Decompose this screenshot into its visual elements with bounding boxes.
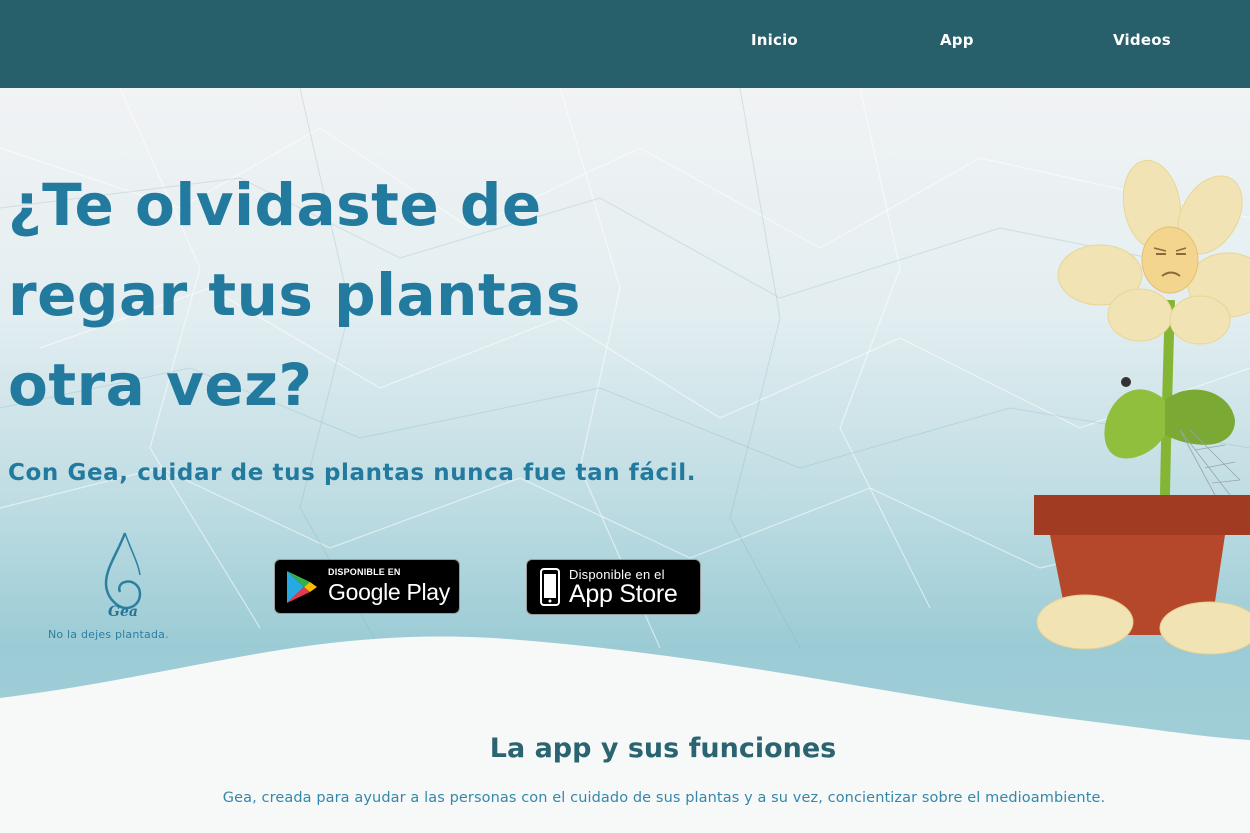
section-title: La app y sus funciones xyxy=(489,733,837,764)
apple-badge-big-text: App Store xyxy=(569,580,678,608)
nav-link-videos[interactable]: Videos xyxy=(1113,31,1171,53)
logo-name: Gea xyxy=(108,604,138,620)
headline-line-1: ¿Te olvidaste de xyxy=(8,171,542,239)
nav-link-app[interactable]: App xyxy=(940,31,974,53)
google-play-icon xyxy=(287,571,317,603)
hero-headline: ¿Te olvidaste de regar tus plantas otra … xyxy=(8,160,708,430)
apple-phone-icon xyxy=(540,568,560,606)
google-play-badge[interactable]: DISPONIBLE EN Google Play xyxy=(274,559,460,614)
nav-link-inicio[interactable]: Inicio xyxy=(751,31,798,53)
top-navbar: Inicio App Videos xyxy=(0,0,1250,88)
google-badge-big-text: Google Play xyxy=(328,579,450,605)
google-badge-small-text: DISPONIBLE EN xyxy=(328,567,401,577)
hero-tagline: Con Gea, cuidar de tus plantas nunca fue… xyxy=(8,460,697,486)
app-store-badge[interactable]: Disponible en el App Store xyxy=(526,559,701,615)
sad-flower-illustration xyxy=(1034,159,1250,655)
headline-line-3: otra vez? xyxy=(8,351,313,419)
hero-section: ¿Te olvidaste de regar tus plantas otra … xyxy=(0,88,1250,833)
headline-line-2: regar tus plantas xyxy=(8,261,581,329)
section-description: Gea, creada para ayudar a las personas c… xyxy=(222,790,1106,806)
logo-slogan: No la dejes plantada. xyxy=(48,628,169,641)
